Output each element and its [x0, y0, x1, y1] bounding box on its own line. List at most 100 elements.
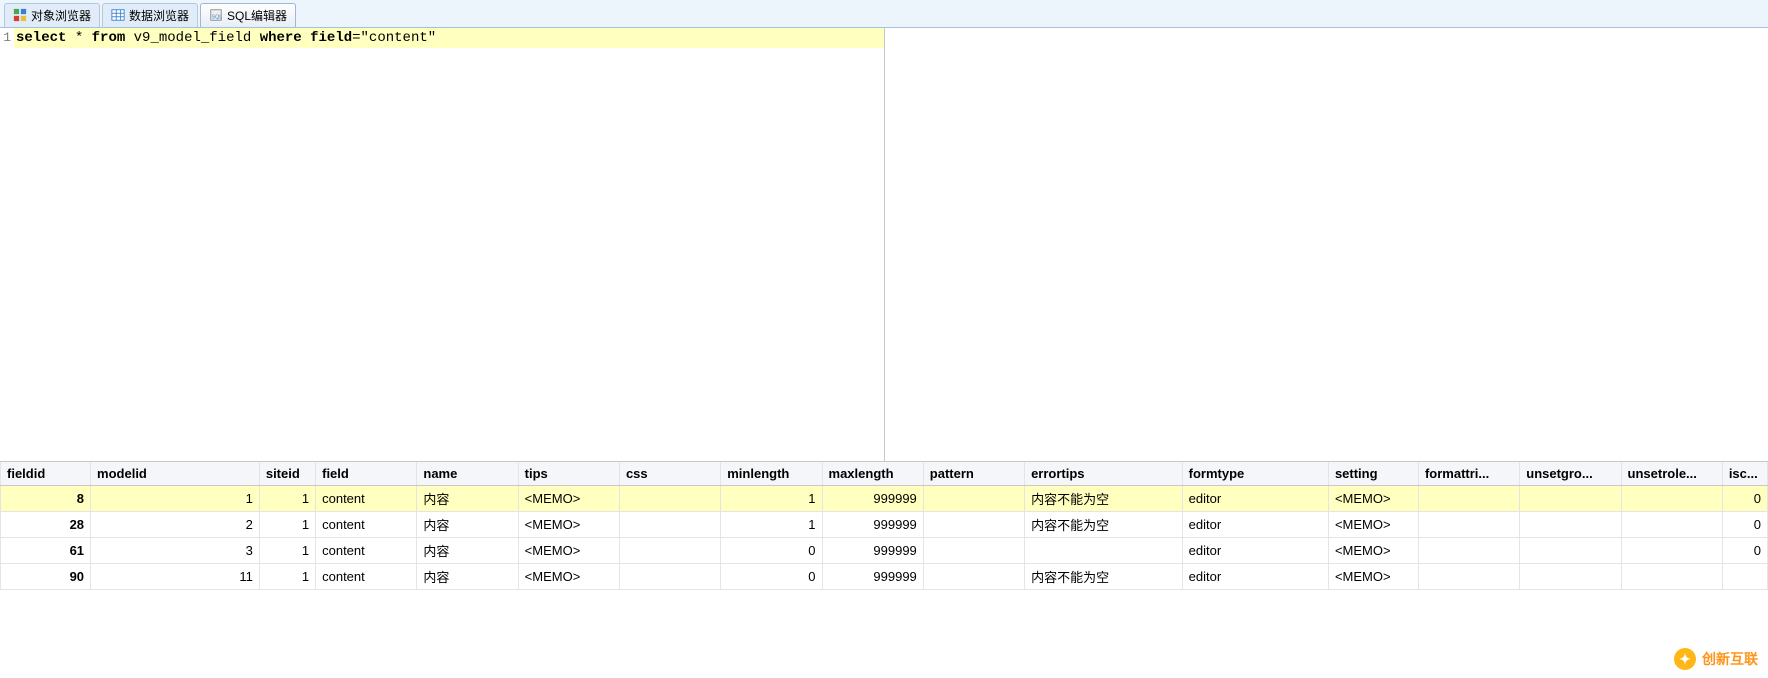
cell-setting[interactable]: <MEMO> — [1328, 511, 1418, 537]
cell-formattri[interactable] — [1418, 537, 1519, 563]
cell-name[interactable]: 内容 — [417, 537, 518, 563]
cell-siteid[interactable]: 1 — [259, 537, 315, 563]
cell-minlength[interactable]: 0 — [721, 563, 822, 589]
cell-formtype[interactable]: editor — [1182, 511, 1328, 537]
column-header-name[interactable]: name — [417, 462, 518, 485]
cell-formattri[interactable] — [1418, 511, 1519, 537]
cell-modelid[interactable]: 3 — [91, 537, 260, 563]
cell-name[interactable]: 内容 — [417, 511, 518, 537]
column-header-minlength[interactable]: minlength — [721, 462, 822, 485]
cell-minlength[interactable]: 1 — [721, 485, 822, 511]
cell-formattri[interactable] — [1418, 563, 1519, 589]
column-header-css[interactable]: css — [619, 462, 720, 485]
column-header-formtype[interactable]: formtype — [1182, 462, 1328, 485]
tab-label: 对象浏览器 — [31, 7, 91, 24]
cell-modelid[interactable]: 2 — [91, 511, 260, 537]
cell-minlength[interactable]: 1 — [721, 511, 822, 537]
cell-siteid[interactable]: 1 — [259, 563, 315, 589]
cell-field[interactable]: content — [316, 537, 417, 563]
table-row[interactable]: 90111content内容<MEMO>0999999内容不能为空editor<… — [1, 563, 1768, 589]
sql-code-line[interactable]: select * from v9_model_field where field… — [14, 28, 884, 48]
cell-unsetgro[interactable] — [1520, 563, 1621, 589]
column-header-setting[interactable]: setting — [1328, 462, 1418, 485]
column-header-modelid[interactable]: modelid — [91, 462, 260, 485]
cell-field[interactable]: content — [316, 563, 417, 589]
cell-name[interactable]: 内容 — [417, 485, 518, 511]
cell-unsetgro[interactable] — [1520, 485, 1621, 511]
cell-field[interactable]: content — [316, 511, 417, 537]
cell-unsetgro[interactable] — [1520, 537, 1621, 563]
cell-isc[interactable]: 0 — [1722, 537, 1767, 563]
cell-maxlength[interactable]: 999999 — [822, 485, 923, 511]
cell-formtype[interactable]: editor — [1182, 485, 1328, 511]
table-row[interactable]: 811content内容<MEMO>1999999内容不能为空editor<ME… — [1, 485, 1768, 511]
cell-isc[interactable] — [1722, 563, 1767, 589]
cell-css[interactable] — [619, 537, 720, 563]
sql-editor-pane[interactable]: 1 select * from v9_model_field where fie… — [0, 28, 885, 461]
cell-pattern[interactable] — [923, 537, 1024, 563]
cell-errortips[interactable]: 内容不能为空 — [1025, 563, 1183, 589]
cell-siteid[interactable]: 1 — [259, 485, 315, 511]
results-grid[interactable]: fieldidmodelidsiteidfieldnametipscssminl… — [0, 462, 1768, 678]
column-header-unsetrole[interactable]: unsetrole... — [1621, 462, 1722, 485]
cell-css[interactable] — [619, 511, 720, 537]
cell-maxlength[interactable]: 999999 — [822, 511, 923, 537]
cell-formtype[interactable]: editor — [1182, 563, 1328, 589]
results-table: fieldidmodelidsiteidfieldnametipscssminl… — [0, 462, 1768, 590]
column-header-tips[interactable]: tips — [518, 462, 619, 485]
cell-unsetrole[interactable] — [1621, 537, 1722, 563]
cell-errortips[interactable] — [1025, 537, 1183, 563]
column-header-fieldid[interactable]: fieldid — [1, 462, 91, 485]
cell-tips[interactable]: <MEMO> — [518, 563, 619, 589]
cell-maxlength[interactable]: 999999 — [822, 537, 923, 563]
cell-setting[interactable]: <MEMO> — [1328, 563, 1418, 589]
cell-modelid[interactable]: 1 — [91, 485, 260, 511]
cell-unsetrole[interactable] — [1621, 563, 1722, 589]
cell-tips[interactable]: <MEMO> — [518, 511, 619, 537]
cell-pattern[interactable] — [923, 563, 1024, 589]
column-header-field[interactable]: field — [316, 462, 417, 485]
tab-object-browser[interactable]: 对象浏览器 — [4, 3, 100, 27]
cell-css[interactable] — [619, 485, 720, 511]
cell-name[interactable]: 内容 — [417, 563, 518, 589]
cell-maxlength[interactable]: 999999 — [822, 563, 923, 589]
cell-pattern[interactable] — [923, 485, 1024, 511]
cell-fieldid[interactable]: 61 — [1, 537, 91, 563]
tab-data-browser[interactable]: 数据浏览器 — [102, 3, 198, 27]
table-header-row: fieldidmodelidsiteidfieldnametipscssminl… — [1, 462, 1768, 485]
tab-sql-editor[interactable]: SQL SQL编辑器 — [200, 3, 296, 27]
cell-minlength[interactable]: 0 — [721, 537, 822, 563]
cell-unsetgro[interactable] — [1520, 511, 1621, 537]
cell-pattern[interactable] — [923, 511, 1024, 537]
column-header-pattern[interactable]: pattern — [923, 462, 1024, 485]
cell-fieldid[interactable]: 8 — [1, 485, 91, 511]
cell-isc[interactable]: 0 — [1722, 511, 1767, 537]
cell-unsetrole[interactable] — [1621, 485, 1722, 511]
cell-setting[interactable]: <MEMO> — [1328, 485, 1418, 511]
cell-isc[interactable]: 0 — [1722, 485, 1767, 511]
column-header-maxlength[interactable]: maxlength — [822, 462, 923, 485]
cell-unsetrole[interactable] — [1621, 511, 1722, 537]
cell-errortips[interactable]: 内容不能为空 — [1025, 485, 1183, 511]
cell-modelid[interactable]: 11 — [91, 563, 260, 589]
column-header-formattri[interactable]: formattri... — [1418, 462, 1519, 485]
svg-text:SQL: SQL — [212, 15, 223, 21]
table-row[interactable]: 2821content内容<MEMO>1999999内容不能为空editor<M… — [1, 511, 1768, 537]
column-header-isc[interactable]: isc... — [1722, 462, 1767, 485]
cell-tips[interactable]: <MEMO> — [518, 485, 619, 511]
cell-formtype[interactable]: editor — [1182, 537, 1328, 563]
column-header-unsetgro[interactable]: unsetgro... — [1520, 462, 1621, 485]
cell-errortips[interactable]: 内容不能为空 — [1025, 511, 1183, 537]
cell-formattri[interactable] — [1418, 485, 1519, 511]
cell-tips[interactable]: <MEMO> — [518, 537, 619, 563]
table-row[interactable]: 6131content内容<MEMO>0999999editor<MEMO>0 — [1, 537, 1768, 563]
right-empty-pane — [885, 28, 1768, 461]
cell-field[interactable]: content — [316, 485, 417, 511]
cell-fieldid[interactable]: 28 — [1, 511, 91, 537]
cell-siteid[interactable]: 1 — [259, 511, 315, 537]
cell-css[interactable] — [619, 563, 720, 589]
column-header-siteid[interactable]: siteid — [259, 462, 315, 485]
column-header-errortips[interactable]: errortips — [1025, 462, 1183, 485]
cell-fieldid[interactable]: 90 — [1, 563, 91, 589]
cell-setting[interactable]: <MEMO> — [1328, 537, 1418, 563]
